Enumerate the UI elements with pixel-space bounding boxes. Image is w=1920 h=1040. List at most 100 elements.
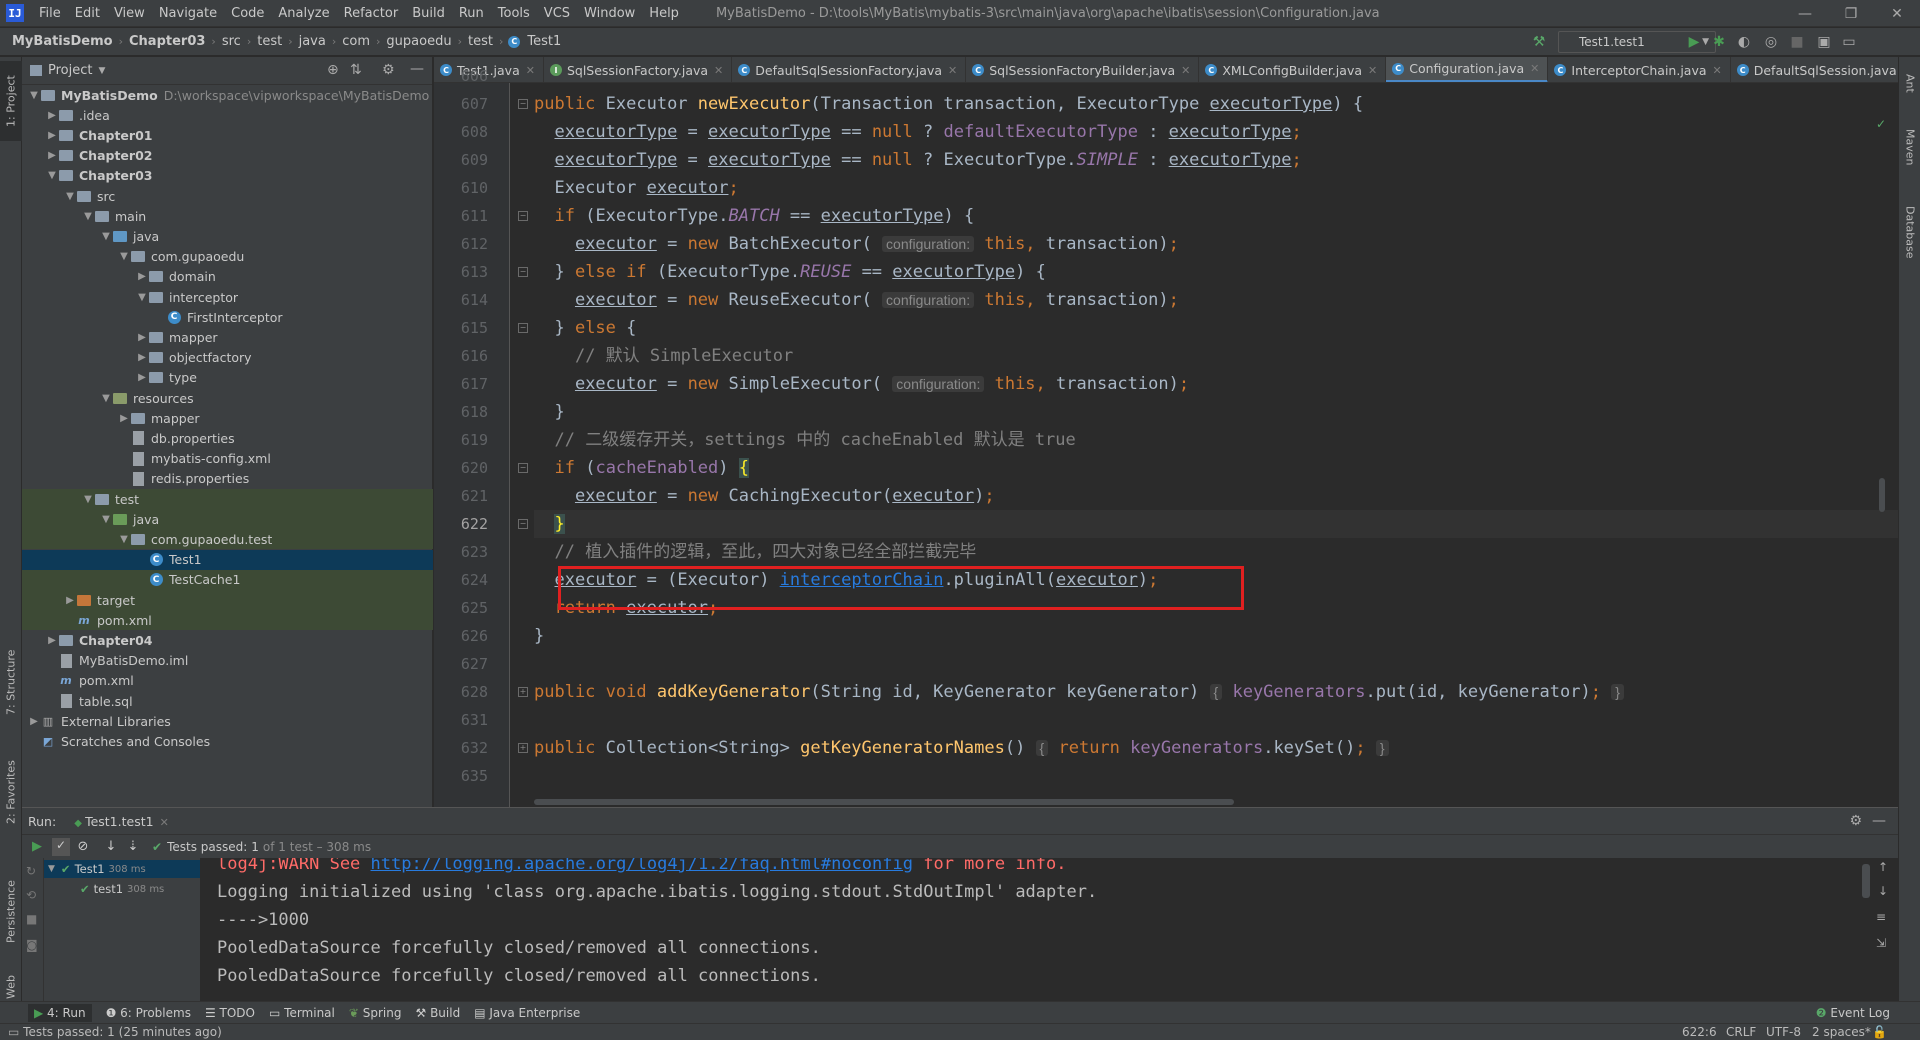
show-ignored-icon[interactable]: ⊘ xyxy=(74,839,92,854)
scroll-to-end-icon[interactable]: ⇲ xyxy=(1876,936,1886,950)
tree-item-scratches-and-consoles[interactable]: ◩ Scratches and Consoles xyxy=(22,731,433,751)
tree-item-interceptor[interactable]: ▼ interceptor xyxy=(22,287,433,307)
test-tree-root[interactable]: ▼ ✔ Test1 308 ms xyxy=(44,860,200,878)
tab-interceptorchain[interactable]: C InterceptorChain.java ✕ xyxy=(1548,57,1731,82)
hide-panel-icon[interactable]: — xyxy=(410,61,424,77)
chevron-right-icon[interactable]: ▶ xyxy=(46,150,58,161)
tool-tab-problems[interactable]: ❶ 6: Problems xyxy=(106,1006,191,1020)
scrollbar-thumb[interactable] xyxy=(1879,478,1885,512)
tool-tab-build[interactable]: ⚒ Build xyxy=(415,1006,460,1020)
chevron-right-icon[interactable]: ▶ xyxy=(118,413,130,424)
tool-tab-maven[interactable]: Maven xyxy=(1899,117,1920,177)
tool-tab-favorites[interactable]: 2: Favorites xyxy=(0,747,22,837)
menu-window[interactable]: Window xyxy=(577,0,642,27)
horizontal-scrollbar[interactable] xyxy=(534,799,1234,805)
chevron-down-icon[interactable]: ▼ xyxy=(100,514,112,525)
tab-xmlconfigbuilder[interactable]: C XMLConfigBuilder.java ✕ xyxy=(1199,57,1387,82)
fold-toggle-icon[interactable]: − xyxy=(518,211,528,221)
menu-view[interactable]: View xyxy=(107,0,152,27)
tab-sqlsessionfactorybuilder[interactable]: C SqlSessionFactoryBuilder.java ✕ xyxy=(966,57,1200,82)
chevron-down-icon[interactable]: ▼ xyxy=(136,292,148,303)
tree-item-chapter02[interactable]: ▶ Chapter02 xyxy=(22,146,433,166)
file-encoding[interactable]: UTF-8 xyxy=(1766,1025,1801,1039)
menu-file[interactable]: File xyxy=(32,0,68,27)
soft-wrap-icon[interactable]: ≡ xyxy=(1876,910,1886,924)
project-structure-icon[interactable]: ▣ xyxy=(1815,33,1833,51)
breadcrumb-java[interactable]: java xyxy=(295,34,330,49)
tool-tab-database[interactable]: Database xyxy=(1899,192,1920,272)
fold-toggle-icon[interactable]: + xyxy=(518,687,528,697)
code-area[interactable]: public Executor newExecutor(Transaction … xyxy=(534,83,1898,807)
tree-item-mapper[interactable]: ▶ mapper xyxy=(22,408,433,428)
menu-run[interactable]: Run xyxy=(452,0,491,27)
tree-item-com-gupaoedu[interactable]: ▼ com.gupaoedu xyxy=(22,247,433,267)
test-tree-item[interactable]: ✔ test1 308 ms xyxy=(44,880,200,898)
tree-item-java[interactable]: ▼ java xyxy=(22,226,433,246)
chevron-down-icon[interactable]: ▼ xyxy=(82,211,94,222)
tree-item-testcache1[interactable]: C TestCache1 xyxy=(22,569,433,590)
tree-item-target[interactable]: ▶ target xyxy=(22,590,433,610)
locate-icon[interactable]: ⊕ xyxy=(327,62,339,78)
menu-edit[interactable]: Edit xyxy=(68,0,107,27)
breadcrumb-test-pkg[interactable]: test xyxy=(464,34,497,49)
tree-item-mybatis-config-xml[interactable]: mybatis-config.xml xyxy=(22,449,433,469)
chevron-right-icon[interactable]: ▶ xyxy=(136,332,148,343)
run-tab[interactable]: ◆ Test1.test1 ✕ xyxy=(74,814,169,829)
chevron-right-icon[interactable]: ▶ xyxy=(46,635,58,646)
restore-icon[interactable]: ❐ xyxy=(1828,0,1874,27)
tab-sqlsessionfactory[interactable]: I SqlSessionFactory.java ✕ xyxy=(544,57,733,82)
fold-toggle-icon[interactable]: − xyxy=(518,463,528,473)
tree-item-objectfactory[interactable]: ▶ objectfactory xyxy=(22,348,433,368)
menu-build[interactable]: Build xyxy=(405,0,452,27)
tool-tab-todo[interactable]: ☰ TODO xyxy=(205,1006,255,1020)
close-tab-icon[interactable]: ✕ xyxy=(160,816,169,829)
breadcrumb-src[interactable]: src xyxy=(218,34,245,49)
chevron-right-icon[interactable]: ▶ xyxy=(64,595,76,606)
project-panel-title[interactable]: Project xyxy=(48,63,92,78)
gear-icon[interactable]: ⚙ xyxy=(1849,813,1862,829)
tool-tab-structure[interactable]: 7: Structure xyxy=(0,637,22,727)
close-tab-icon[interactable]: ✕ xyxy=(714,64,723,77)
tree-item-domain[interactable]: ▶ domain xyxy=(22,267,433,287)
close-tab-icon[interactable]: ✕ xyxy=(1530,62,1539,75)
tree-item-java[interactable]: ▼ java xyxy=(22,509,433,530)
indent-setting[interactable]: 2 spaces* xyxy=(1812,1025,1871,1039)
chevron-right-icon[interactable]: ▶ xyxy=(136,372,148,383)
breadcrumb-com[interactable]: com xyxy=(338,34,374,49)
breadcrumb-module[interactable]: Chapter03 xyxy=(125,34,209,49)
tree-item-mybatisdemo[interactable]: ▼ MyBatisDemo D:\workspace\vipworkspace\My… xyxy=(22,85,433,105)
tree-item-resources[interactable]: ▼ resources xyxy=(22,388,433,408)
chevron-right-icon[interactable]: ▶ xyxy=(136,352,148,363)
breadcrumb-gupaoedu[interactable]: gupaoedu xyxy=(382,34,455,49)
down-arrow-icon[interactable]: ↓ xyxy=(1878,884,1888,898)
menu-help[interactable]: Help xyxy=(642,0,686,27)
menu-analyze[interactable]: Analyze xyxy=(271,0,336,27)
camera-icon[interactable]: ◙ xyxy=(26,938,38,952)
close-tab-icon[interactable]: ✕ xyxy=(1181,64,1190,77)
tree-item-pom-xml[interactable]: m pom.xml xyxy=(22,610,433,631)
sort-duration-icon[interactable]: ⇣ xyxy=(124,839,142,854)
chevron-down-icon[interactable]: ▼ xyxy=(100,393,112,404)
tree-item-src[interactable]: ▼ src xyxy=(22,186,433,206)
breadcrumb-class[interactable]: Test1 xyxy=(523,34,565,49)
tool-tab-terminal[interactable]: ▭ Terminal xyxy=(269,1006,335,1020)
tree-item-main[interactable]: ▼ main xyxy=(22,206,433,226)
profile-icon[interactable]: ◎ xyxy=(1762,33,1780,51)
rerun-icon[interactable]: ▶ xyxy=(26,839,48,854)
tool-tab-spring[interactable]: ❦ Spring xyxy=(349,1006,402,1020)
chevron-right-icon[interactable]: ▶ xyxy=(136,271,148,282)
lock-icon[interactable]: 🔓 xyxy=(1872,1025,1887,1039)
minimize-icon[interactable]: — xyxy=(1782,0,1828,27)
tree-item-mybatisdemo-iml[interactable]: MyBatisDemo.iml xyxy=(22,651,433,671)
fold-toggle-icon[interactable]: − xyxy=(518,323,528,333)
chevron-down-icon[interactable]: ▼ xyxy=(118,251,130,262)
coverage-icon[interactable]: ◐ xyxy=(1735,33,1753,51)
tool-tab-project[interactable]: 1: Project xyxy=(0,61,22,141)
menu-navigate[interactable]: Navigate xyxy=(152,0,224,27)
event-log-button[interactable]: ❷ Event Log xyxy=(1816,1006,1890,1020)
chevron-down-icon[interactable]: ▼ xyxy=(46,170,58,181)
tool-tab-ant[interactable]: Ant xyxy=(1899,63,1920,103)
fold-toggle-icon[interactable]: − xyxy=(518,519,528,529)
fold-toggle-icon[interactable]: − xyxy=(518,99,528,109)
tree-item-pom-xml[interactable]: m pom.xml xyxy=(22,671,433,691)
